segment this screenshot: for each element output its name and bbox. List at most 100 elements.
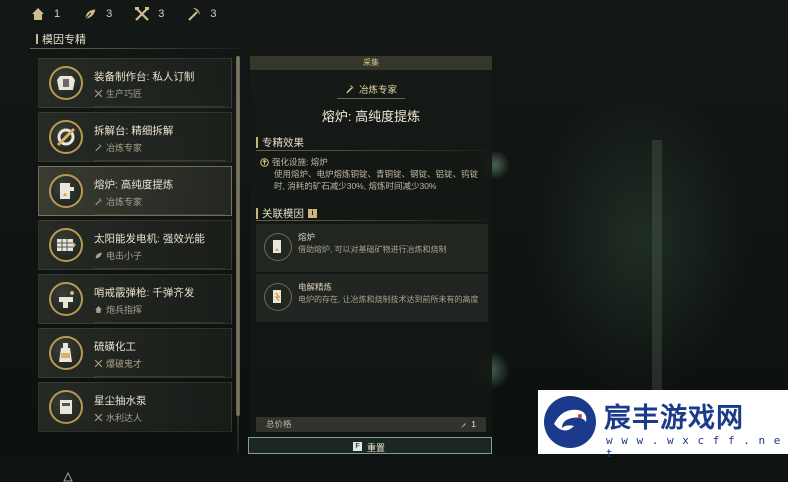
feather-icon — [460, 422, 466, 428]
module-name: 熔炉: 高纯度提炼 — [94, 179, 174, 191]
effect-section-title: 专精效果 — [262, 137, 304, 149]
divider — [256, 150, 488, 151]
site-logo — [544, 396, 596, 448]
divider — [30, 48, 240, 49]
electric-furnace-icon — [264, 283, 292, 311]
resource-pickaxe: 3 — [186, 6, 217, 22]
solar-panel-icon — [49, 228, 83, 262]
triangle-marker-icon — [63, 472, 73, 482]
resource-count: 3 — [106, 8, 113, 20]
divider — [94, 160, 225, 161]
furnace-icon — [264, 233, 292, 261]
reset-label: 重置 — [367, 443, 386, 453]
resource-house: 1 — [30, 6, 60, 22]
resource-count: 1 — [54, 8, 61, 20]
module-item-solar-generator[interactable]: 太阳能发电机: 强效光能 电击小子 — [38, 220, 232, 270]
list-fade — [30, 420, 240, 482]
effect-section-header: 专精效果 — [256, 135, 304, 150]
pickaxe-icon — [95, 144, 102, 152]
resource-count: 3 — [158, 8, 165, 20]
resource-tools: 3 — [134, 6, 164, 22]
reset-button[interactable]: F 重置 — [248, 437, 492, 454]
module-item-furnace[interactable]: 熔炉: 高纯度提炼 冶炼专家 — [38, 166, 232, 216]
leaf-icon — [84, 8, 97, 20]
module-gene: 爆破鬼才 — [94, 357, 142, 370]
module-name: 星尘抽水泵 — [94, 395, 147, 407]
effect-text: 使用熔炉、电炉熔炼铜锭、青铜锭、钢锭、铝锭、钨锭时, 消耗的矿石减少30%, 熔… — [274, 169, 479, 191]
related-gene-item[interactable]: 电解精炼 电炉的存在, 让冶炼和烧制技术达到前所未有的高度 — [256, 274, 488, 322]
module-name: 哨戒霰弹枪: 千弹齐发 — [94, 287, 195, 299]
furnace-icon — [49, 174, 83, 208]
related-section-header: 关联模因 i — [256, 206, 317, 221]
info-icon[interactable]: i — [308, 209, 317, 218]
module-name: 装备制作台: 私人订制 — [94, 71, 195, 83]
module-gene: 冶炼专家 — [94, 195, 142, 208]
armor-icon — [49, 66, 83, 100]
divider — [94, 268, 225, 269]
panel-title: 模因专精 — [30, 28, 240, 46]
leaf-icon — [95, 252, 102, 259]
house-icon — [32, 8, 44, 20]
total-price-bar: 总价格 1 — [256, 417, 486, 432]
resource-leaf: 3 — [82, 6, 112, 22]
divider — [94, 214, 225, 215]
pickaxe-icon — [95, 198, 102, 206]
watermark-url: w w w . w x c f f . n e t — [606, 434, 782, 460]
total-price-value: 1 — [459, 417, 476, 432]
specialist-tag: 冶炼专家 — [336, 80, 406, 99]
module-gene: 炮兵指挥 — [94, 303, 142, 316]
panel-title-text: 模因专精 — [42, 34, 86, 46]
module-item-sentry-shotgun[interactable]: 哨戒霰弹枪: 千弹齐发 炮兵指挥 — [38, 274, 232, 324]
gene-description: 借助熔炉, 可以对基础矿物进行冶炼和烧制 — [298, 245, 447, 254]
total-price-label: 总价格 — [266, 419, 292, 429]
module-name: 太阳能发电机: 强效光能 — [94, 233, 205, 245]
total-price-number: 1 — [471, 419, 476, 429]
pickaxe-icon — [188, 8, 201, 21]
detail-title: 熔炉: 高纯度提炼 — [321, 109, 421, 124]
title-marker — [36, 34, 38, 44]
crossed-tools-icon — [135, 7, 150, 21]
category-strip: 采集 — [250, 56, 492, 70]
crossed-tools-icon — [94, 359, 103, 368]
module-item-sulfur-chemistry[interactable]: 硫磺化工 爆破鬼才 — [38, 328, 232, 378]
module-gene-label: 冶炼专家 — [106, 197, 143, 207]
pickaxe-icon — [346, 85, 354, 94]
pump-icon — [49, 390, 83, 424]
module-item-dismantle-bench[interactable]: 拆解台: 精细拆解 冶炼专家 — [38, 112, 232, 162]
module-gene-label: 炮兵指挥 — [106, 305, 143, 315]
turret-icon — [49, 282, 83, 316]
related-gene-item[interactable]: 熔炉 借助熔炉, 可以对基础矿物进行冶炼和烧制 — [256, 224, 488, 272]
dismantle-icon — [49, 120, 83, 154]
gene-description: 电炉的存在, 让冶炼和烧制技术达到前所未有的高度 — [298, 295, 479, 304]
resource-bar: 1 3 3 3 — [30, 4, 217, 24]
specialist-tag-label: 冶炼专家 — [358, 85, 398, 96]
gene-name: 电解精炼 — [298, 282, 333, 292]
module-gene: 生产巧匠 — [94, 87, 142, 100]
crossed-tools-icon — [94, 89, 103, 98]
module-gene-label: 生产巧匠 — [106, 89, 143, 99]
module-gene: 冶炼专家 — [94, 141, 142, 154]
resource-count: 3 — [210, 8, 217, 20]
watermark-name: 宸丰游戏网 — [604, 403, 744, 434]
house-icon — [95, 306, 102, 313]
related-section-title: 关联模因 — [262, 208, 304, 220]
divider — [94, 106, 225, 107]
effect-description: 强化设施: 熔炉 使用熔炉、电炉熔炼铜锭、青铜锭、钢锭、铝锭、钨锭时, 消耗的矿… — [260, 156, 486, 192]
section-marker — [256, 137, 258, 148]
module-item-equipment-bench[interactable]: 装备制作台: 私人订制 生产巧匠 — [38, 58, 232, 108]
upgrade-icon — [260, 157, 269, 167]
watermark: 宸丰游戏网 w w w . w x c f f . n e t — [538, 390, 788, 460]
hotkey-badge: F — [353, 442, 362, 451]
module-gene: 电击小子 — [94, 249, 142, 262]
module-gene-label: 电击小子 — [106, 251, 143, 261]
module-list-panel: 模因专精 装备制作台: 私人订制 生产巧匠 拆解台: 精细拆解 冶炼专家 熔炉:… — [30, 28, 240, 482]
bottle-icon — [49, 336, 83, 370]
scrollbar-thumb[interactable] — [236, 56, 240, 416]
divider — [94, 322, 225, 323]
section-marker — [256, 208, 258, 219]
gene-name: 熔炉 — [298, 232, 316, 242]
module-gene-label: 爆破鬼才 — [106, 359, 143, 369]
divider — [94, 376, 225, 377]
effect-facility: 强化设施: 熔炉 — [272, 157, 328, 167]
divider — [256, 220, 488, 221]
